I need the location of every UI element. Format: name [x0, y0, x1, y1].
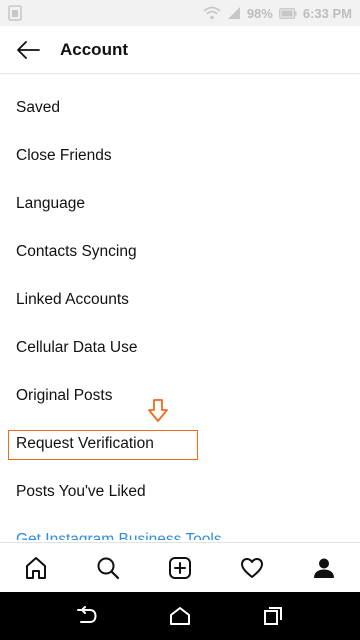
search-icon	[97, 557, 120, 579]
battery-icon	[278, 7, 297, 19]
home-icon	[169, 607, 190, 625]
menu-item-language[interactable]: Language	[0, 180, 360, 228]
sim-icon	[8, 5, 22, 21]
back-arrow-icon	[17, 40, 40, 59]
system-home-button[interactable]	[156, 592, 204, 640]
menu-item-original-posts[interactable]: Original Posts	[0, 372, 360, 420]
system-recents-button[interactable]	[249, 592, 297, 640]
add-post-icon	[169, 556, 191, 579]
nav-activity[interactable]	[228, 544, 276, 592]
status-bar: 98% 6:33 PM	[0, 0, 360, 26]
nav-home[interactable]	[12, 544, 60, 592]
recents-icon	[264, 607, 283, 625]
system-nav-bar	[0, 592, 360, 640]
back-icon	[76, 606, 97, 623]
menu-item-request-verification[interactable]: Request Verification	[16, 435, 154, 453]
down-arrow-icon	[148, 399, 168, 422]
back-button[interactable]	[0, 26, 56, 74]
menu-item-request-verification-row[interactable]: Request Verification	[0, 420, 360, 468]
system-back-button[interactable]	[63, 592, 111, 640]
nav-search[interactable]	[84, 544, 132, 592]
menu-item-business-tools[interactable]: Get Instagram Business Tools	[0, 516, 360, 540]
menu-item-linked-accounts[interactable]: Linked Accounts	[0, 276, 360, 324]
page-title: Account	[60, 39, 128, 59]
clock: 6:33 PM	[302, 5, 352, 21]
signal-icon	[227, 7, 240, 19]
app-header: Account	[0, 26, 360, 74]
bottom-nav	[0, 542, 360, 592]
wifi-icon	[203, 6, 221, 20]
nav-profile[interactable]	[300, 544, 348, 592]
menu-item-close-friends[interactable]: Close Friends	[0, 132, 360, 180]
heart-icon	[241, 557, 263, 578]
menu-item-contacts-syncing[interactable]: Contacts Syncing	[0, 228, 360, 276]
profile-icon	[314, 558, 334, 578]
battery-level: 98%	[246, 5, 273, 21]
home-icon	[26, 556, 46, 579]
account-menu: Saved Close Friends Language Contacts Sy…	[0, 84, 360, 540]
menu-item-posts-liked[interactable]: Posts You've Liked	[0, 468, 360, 516]
menu-item-saved[interactable]: Saved	[0, 84, 360, 132]
menu-item-cellular-data-use[interactable]: Cellular Data Use	[0, 324, 360, 372]
nav-add-post[interactable]	[156, 544, 204, 592]
